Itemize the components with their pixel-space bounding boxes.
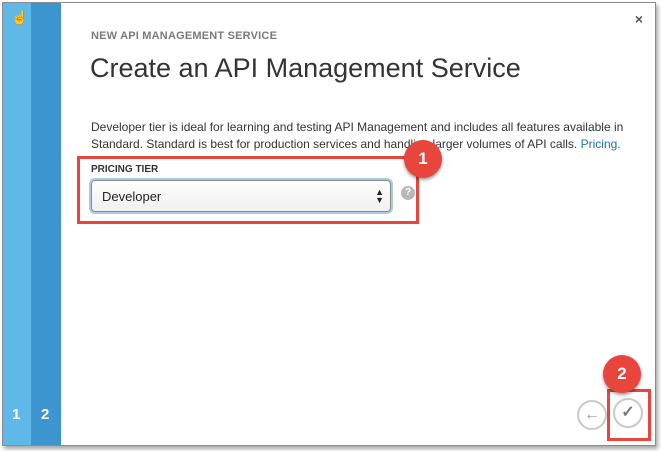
callout-badge-1: 1 xyxy=(404,140,442,178)
pricing-tier-label: PRICING TIER xyxy=(91,164,159,175)
pricing-tier-value: Developer xyxy=(102,189,162,204)
help-icon[interactable]: ? xyxy=(401,186,415,200)
page-title: Create an API Management Service xyxy=(90,53,521,83)
pricing-tier-select[interactable]: Developer ▲ ▼ xyxy=(91,180,391,212)
hand-cursor-icon: ☝ xyxy=(11,9,29,25)
description-text: Developer tier is ideal for learning and… xyxy=(91,120,624,151)
description: Developer tier is ideal for learning and… xyxy=(91,119,631,153)
select-arrows-icon: ▲ ▼ xyxy=(375,187,384,205)
arrow-left-icon: ← xyxy=(584,406,600,423)
callout-badge-2: 2 xyxy=(603,355,641,393)
step-rail-1 xyxy=(3,3,31,445)
step-1-indicator[interactable]: 1 xyxy=(12,406,20,423)
step-rail-2 xyxy=(31,3,61,445)
close-icon[interactable]: × xyxy=(635,11,643,27)
pricing-link[interactable]: Pricing. xyxy=(581,137,621,151)
back-button[interactable]: ← xyxy=(577,400,607,430)
wizard-dialog: ☝ 1 2 × NEW API MANAGEMENT SERVICE Creat… xyxy=(2,2,656,446)
complete-button[interactable]: ✓ xyxy=(613,398,643,428)
step-2-indicator[interactable]: 2 xyxy=(41,406,49,423)
dialog-eyebrow: NEW API MANAGEMENT SERVICE xyxy=(91,30,278,42)
checkmark-icon: ✓ xyxy=(621,404,635,421)
